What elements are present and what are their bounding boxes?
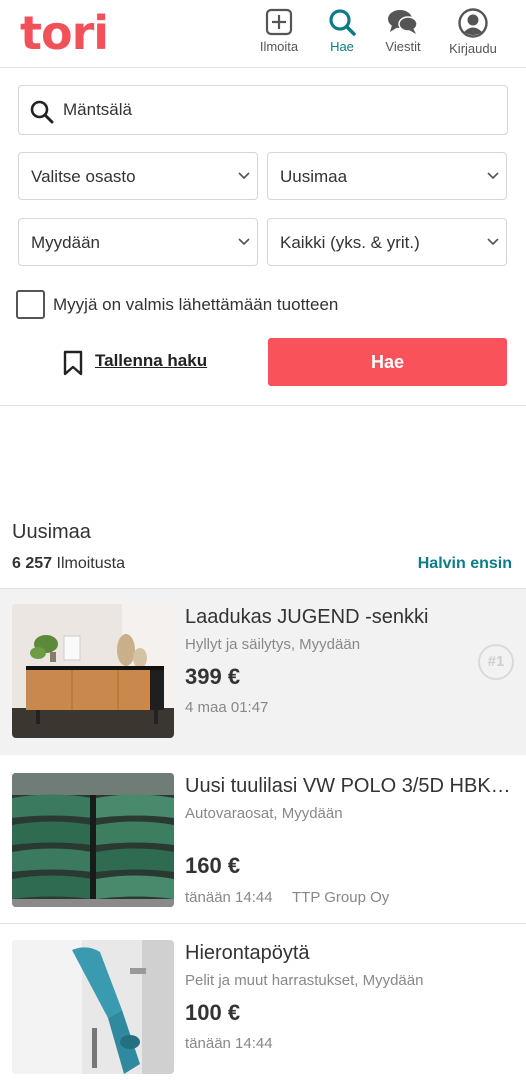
listing-price: 160 €	[185, 853, 241, 878]
nav-viestit-label: Viestit	[385, 39, 421, 54]
search-button[interactable]: Hae	[268, 338, 507, 386]
listing-title: Laadukas JUGEND -senkki	[185, 606, 429, 628]
bookmark-icon	[63, 350, 83, 376]
region-select-value: Uusimaa	[280, 167, 348, 186]
listing-type-select-value: Myydään	[31, 233, 100, 252]
chevron-down-icon	[238, 238, 250, 246]
listing-thumbnail-massage-table[interactable]	[12, 940, 174, 1074]
listing-price: 100 €	[185, 1000, 241, 1025]
results-count: 6 257 Ilmoitusta	[12, 555, 125, 573]
category-select[interactable]: Valitse osasto	[18, 152, 258, 200]
search-icon	[329, 9, 356, 36]
listing-thumbnail-sideboard[interactable]	[12, 604, 174, 738]
sort-order-link[interactable]: Halvin ensin	[418, 555, 512, 573]
chat-bubbles-icon	[388, 10, 418, 34]
search-input[interactable]	[63, 86, 493, 134]
nav-ilmoita[interactable]: Ilmoita	[249, 8, 309, 54]
nav-kirjaudu[interactable]: Kirjaudu	[443, 8, 503, 56]
top-header: tori Ilmoita Hae Viestit Kirjaudu	[0, 0, 526, 68]
search-field[interactable]	[18, 85, 508, 135]
listing-category: Pelit ja muut harrastukset, Myydään	[185, 972, 424, 989]
results-region-title: Uusimaa	[12, 521, 91, 543]
seller-type-select[interactable]: Kaikki (yks. & yrit.)	[267, 218, 507, 266]
nav-ilmoita-label: Ilmoita	[259, 39, 299, 54]
listing-item[interactable]: Laadukas JUGEND -senkki Hyllyt ja säilyt…	[0, 589, 526, 755]
results-count-number: 6 257	[12, 555, 53, 572]
listing-thumbnail-windshields[interactable]	[12, 773, 174, 907]
save-search-link[interactable]: Tallenna haku	[62, 347, 232, 377]
save-search-label: Tallenna haku	[95, 351, 208, 370]
chevron-down-icon	[487, 238, 499, 246]
listing-seller: TTP Group Oy	[292, 889, 390, 906]
shipping-checkbox-label: Myyjä on valmis lähettämään tuotteen	[53, 295, 339, 314]
shipping-checkbox[interactable]	[16, 290, 45, 319]
seller-type-select-value: Kaikki (yks. & yrit.)	[280, 233, 420, 252]
chevron-down-icon	[238, 172, 250, 180]
listing-divider	[0, 923, 526, 924]
nav-hae-label: Hae	[330, 39, 354, 54]
listing-price: 399 €	[185, 664, 241, 689]
magnifier-icon	[30, 100, 54, 124]
shipping-option[interactable]: Myyjä on valmis lähettämään tuotteen	[16, 290, 496, 320]
nav-viestit[interactable]: Viestit	[373, 8, 433, 54]
plus-square-icon	[265, 8, 293, 36]
listing-title: Uusi tuulilasi VW POLO 3/5D HBK v...	[185, 775, 515, 797]
nav-hae[interactable]: Hae	[312, 8, 372, 54]
results-count-suffix: Ilmoitusta	[56, 555, 125, 572]
top-ranking-badge: #1	[478, 644, 514, 680]
chevron-down-icon	[487, 172, 499, 180]
listing-type-select[interactable]: Myydään	[18, 218, 258, 266]
listing-date: tänään 14:44	[185, 889, 273, 906]
category-select-value: Valitse osasto	[31, 167, 136, 186]
user-circle-icon	[458, 8, 488, 38]
nav-kirjaudu-label: Kirjaudu	[449, 41, 497, 56]
region-select[interactable]: Uusimaa	[267, 152, 507, 200]
listing-title: Hierontapöytä	[185, 942, 310, 964]
listing-date: tänään 14:44	[185, 1035, 273, 1052]
listing-category: Autovaraosat, Myydään	[185, 805, 343, 822]
listing-category: Hyllyt ja säilytys, Myydään	[185, 636, 361, 653]
listing-item[interactable]: Uusi tuulilasi VW POLO 3/5D HBK v... Aut…	[0, 758, 526, 924]
section-divider	[0, 405, 526, 406]
listing-date: 4 maa 01:47	[185, 699, 269, 716]
listing-item[interactable]: Hierontapöytä Pelit ja muut harrastukset…	[0, 925, 526, 1080]
tori-logo[interactable]: tori	[20, 6, 109, 60]
